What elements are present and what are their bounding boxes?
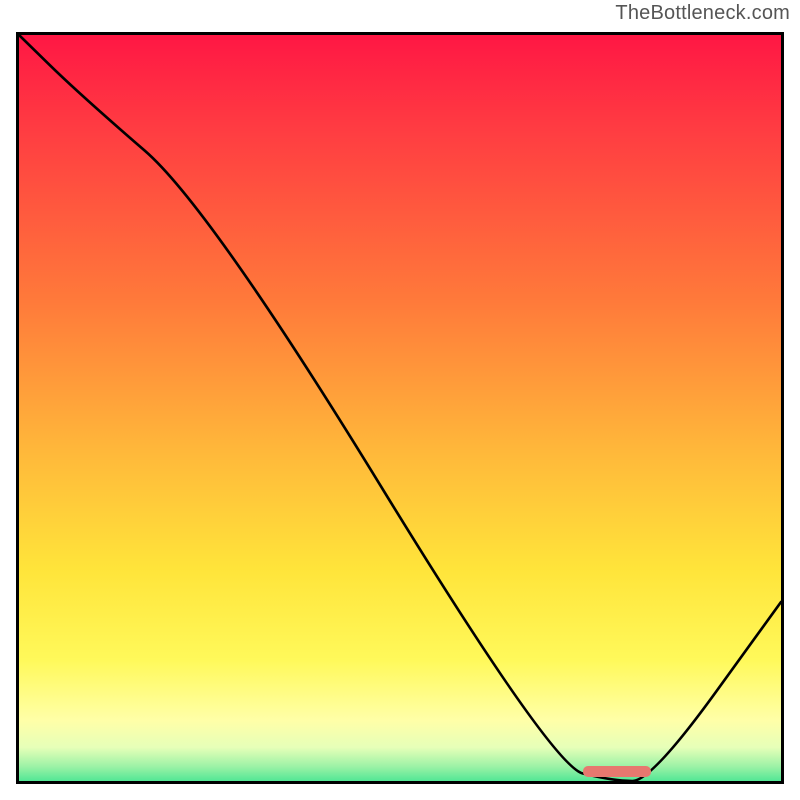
plot-area — [16, 32, 784, 784]
bottleneck-curve — [19, 35, 781, 781]
optimal-marker — [583, 766, 652, 777]
curve-overlay — [19, 35, 781, 781]
chart-container: TheBottleneck.com — [0, 0, 800, 800]
watermark-text: TheBottleneck.com — [615, 2, 790, 25]
